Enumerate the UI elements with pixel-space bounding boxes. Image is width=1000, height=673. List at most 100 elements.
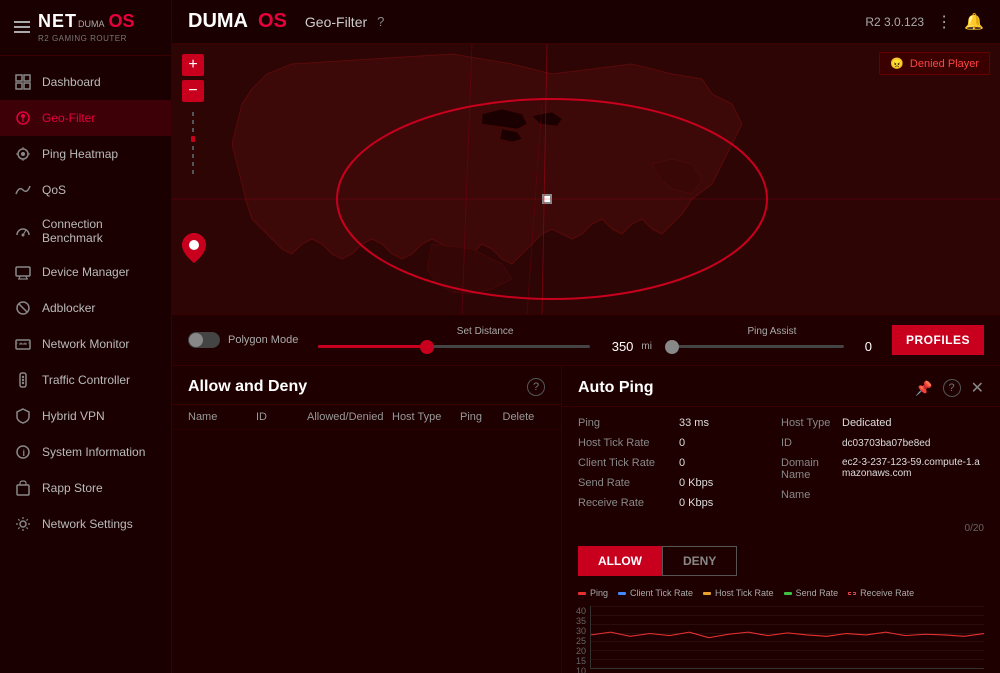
ping-assist-label: Ping Assist [672,326,872,337]
sidebar-item-label: Hybrid VPN [42,409,105,423]
profiles-button[interactable]: PROFILES [892,325,984,355]
legend-send-rate-dot [784,592,792,595]
domain-name-label: Domain Name [781,457,836,481]
ping-label: Ping [578,417,673,429]
set-distance-label: Set Distance [318,326,652,337]
send-rate-row: Send Rate 0 Kbps [578,475,781,491]
y-label-15: 15 [570,656,586,666]
polygon-mode-toggle[interactable] [188,332,220,348]
hamburger-menu[interactable] [14,21,30,33]
legend-host-tick-label: Host Tick Rate [715,588,774,598]
legend-receive-rate: Receive Rate [848,588,914,598]
ping-assist-value: 0 [852,339,872,354]
notifications-icon[interactable]: 🔔 [964,12,984,32]
auto-ping-help-icon[interactable]: ? [943,379,961,397]
system-info-icon: i [14,443,32,461]
legend-receive-rate-dot [848,592,856,595]
auto-ping-close-icon[interactable]: ✕ [971,378,984,398]
bottom-panels: Allow and Deny ? Name ID Allowed/Denied … [172,366,1000,673]
allow-deny-header: Allow and Deny ? [172,366,561,405]
ping-assist-section: Ping Assist 0 [672,326,872,354]
name-input-area: 0/20 [562,519,1000,542]
more-options-icon[interactable]: ⋮ [936,12,952,32]
allow-deny-help-icon[interactable]: ? [527,378,545,396]
zoom-in-button[interactable]: + [182,54,204,76]
allow-button[interactable]: ALLOW [578,546,662,576]
zoom-out-button[interactable]: − [182,80,204,102]
sidebar-item-label-active: Geo-Filter [42,111,95,125]
col-host-type: Host Type [392,411,460,423]
sidebar-item-label: Traffic Controller [42,373,130,387]
host-type-value: Dedicated [842,417,892,429]
name-counter: 0/20 [578,523,984,534]
sidebar-item-label: QoS [42,183,66,197]
ping-data-grid: Ping 33 ms Host Tick Rate 0 Client Tick … [562,407,1000,519]
sidebar-item-ping-heatmap[interactable]: Ping Heatmap [0,136,171,172]
ping-assist-slider-thumb[interactable] [665,340,679,354]
sidebar-item-dashboard[interactable]: Dashboard [0,64,171,100]
zoom-slider-indicator [182,112,204,174]
legend-ping-label: Ping [590,588,608,598]
sidebar-item-connection-benchmark[interactable]: Connection Benchmark [0,208,171,254]
sidebar-item-qos[interactable]: QoS [0,172,171,208]
distance-slider-fill [318,345,427,348]
logo-net: NET [38,12,77,30]
sidebar-item-adblocker[interactable]: Adblocker [0,290,171,326]
legend-client-tick-label: Client Tick Rate [630,588,693,598]
sidebar-item-hybrid-vpn[interactable]: Hybrid VPN [0,398,171,434]
home-location-pin [182,233,206,268]
distance-unit: mi [641,341,652,352]
send-rate-label: Send Rate [578,477,673,489]
logo-os: OS [109,12,135,30]
map-container[interactable]: + − 😠 Denied Player [172,44,1000,314]
topbar-left: DUMA OS Geo-Filter ? [188,10,384,33]
benchmark-icon [14,222,32,240]
sidebar-item-network-settings[interactable]: Network Settings [0,506,171,542]
deny-button[interactable]: DENY [662,546,737,576]
host-type-label: Host Type [781,417,836,429]
col-ping: Ping [460,411,503,423]
map-svg [172,44,1000,314]
send-rate-value: 0 Kbps [679,477,713,489]
sidebar-item-system-information[interactable]: i System Information [0,434,171,470]
adblocker-icon [14,299,32,317]
pin-icon[interactable]: 📌 [915,380,932,397]
sidebar-nav: Dashboard Geo-Filter Ping Heatmap QoS [0,56,171,673]
grid-icon [14,73,32,91]
denied-player-badge: 😠 Denied Player [879,52,990,75]
sidebar-item-geo-filter[interactable]: Geo-Filter [0,100,171,136]
page-help-icon[interactable]: ? [377,14,384,29]
sidebar-item-label: Ping Heatmap [42,147,118,161]
chart-area: 40 35 30 25 20 15 10 5 [562,602,1000,673]
name-row: Name [781,487,984,503]
ping-data-left: Ping 33 ms Host Tick Rate 0 Client Tick … [578,415,781,511]
sidebar-item-label: System Information [42,445,145,459]
topbar-right: R2 3.0.123 ⋮ 🔔 [865,12,984,32]
player-location-pin [542,194,552,204]
sidebar-item-label: Network Monitor [42,337,129,351]
receive-rate-label: Receive Rate [578,497,673,509]
y-label-25: 25 [570,636,586,646]
distance-slider-track[interactable] [318,345,590,348]
distance-slider-thumb[interactable] [420,340,434,354]
client-tick-rate-row: Client Tick Rate 0 [578,455,781,471]
sidebar-item-device-manager[interactable]: Device Manager [0,254,171,290]
sidebar-item-label: Device Manager [42,265,129,279]
allow-deny-title: Allow and Deny [188,378,307,396]
network-settings-icon [14,515,32,533]
y-label-40: 40 [570,606,586,616]
chart-legend: Ping Client Tick Rate Host Tick Rate Sen… [562,584,1000,602]
auto-ping-header: Auto Ping 📌 ? ✕ [562,366,1000,407]
sidebar-item-rapp-store[interactable]: Rapp Store [0,470,171,506]
sidebar-item-network-monitor[interactable]: Network Monitor [0,326,171,362]
traffic-controller-icon [14,371,32,389]
version-label: R2 3.0.123 [865,15,924,29]
pin-svg [182,233,206,263]
y-label-30: 30 [570,626,586,636]
id-label: ID [781,437,836,449]
domain-name-value: ec2-3-237-123-59.compute-1.amazonaws.com [842,457,984,479]
sidebar-item-traffic-controller[interactable]: Traffic Controller [0,362,171,398]
ping-assist-slider-track[interactable] [672,345,844,348]
map-zoom-controls: + − [182,54,204,174]
ping-row: Ping 33 ms [578,415,781,431]
